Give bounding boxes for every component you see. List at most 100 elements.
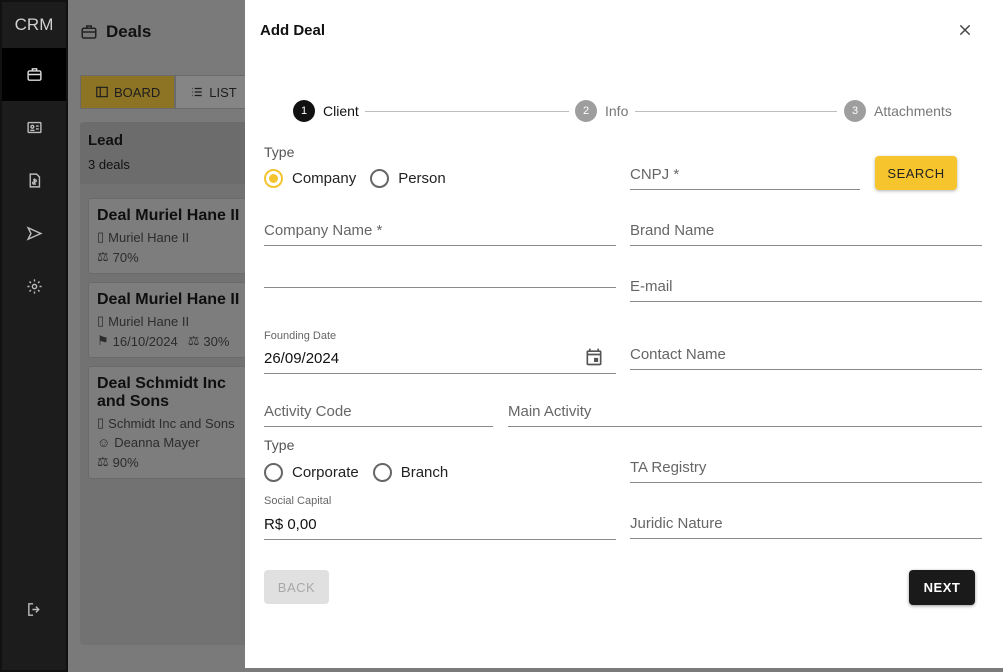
radio-label: Company	[292, 170, 357, 187]
close-icon	[959, 24, 971, 36]
nav-campaigns[interactable]	[2, 207, 66, 260]
radio-label: Corporate	[292, 464, 359, 481]
app-logo: CRM	[14, 15, 54, 34]
main-activity-placeholder: Main Activity	[508, 403, 592, 420]
juridic-nature-placeholder: Juridic Nature	[630, 515, 723, 532]
juridic-nature-field[interactable]: Juridic Nature	[630, 509, 982, 539]
deal-probability-text: 90%	[112, 454, 139, 470]
deal-probability: ⚖ 90%	[97, 454, 243, 470]
client-type-radio-group: Company Person	[264, 169, 460, 188]
next-button[interactable]: NEXT	[909, 570, 975, 605]
building-icon: ▯	[97, 415, 105, 430]
nav-contacts[interactable]	[2, 101, 66, 154]
back-button[interactable]: BACK	[264, 570, 329, 604]
add-deal-dialog: Add Deal 1 Client 2 Info 3 Attachments T…	[245, 0, 1003, 668]
step-connector	[635, 111, 837, 112]
deal-title: Deal Muriel Hane II	[97, 207, 240, 224]
step-client[interactable]: 1 Client	[293, 100, 359, 122]
type-label: Type	[264, 144, 295, 160]
deal-company: ▯ Schmidt Inc and Sons	[97, 415, 243, 431]
deal-company: ▯ Muriel Hane II	[97, 229, 243, 245]
unlabeled-field[interactable]	[264, 258, 616, 288]
deal-probability-text: 30%	[203, 333, 230, 349]
briefcase-icon	[26, 68, 42, 81]
radio-company[interactable]: Company	[264, 169, 356, 188]
company-name-placeholder: Company Name *	[264, 222, 383, 239]
scale-icon: ⚖	[187, 333, 200, 348]
building-icon: ▯	[97, 313, 105, 328]
nav-deals[interactable]	[2, 48, 66, 101]
contact-card-icon	[26, 121, 42, 134]
founding-date-field[interactable]: Founding Date 26/09/2024	[264, 328, 616, 374]
deal-card[interactable]: Deal Muriel Hane II ▯ Muriel Hane II ⚑ 16/…	[88, 282, 252, 358]
deal-company: ▯ Muriel Hane II	[97, 313, 243, 329]
step-label: Client	[323, 103, 359, 119]
ta-registry-placeholder: TA Registry	[630, 459, 707, 476]
logout-button[interactable]	[2, 594, 66, 624]
invoice-icon	[29, 173, 40, 188]
gear-icon	[26, 279, 42, 294]
email-placeholder: E-mail	[630, 278, 673, 295]
deal-probability-text: 70%	[112, 249, 139, 265]
brand-name-field[interactable]: Brand Name	[630, 216, 982, 246]
list-view-label: LIST	[209, 84, 237, 100]
step-attachments[interactable]: 3 Attachments	[844, 100, 952, 122]
deal-card[interactable]: Deal Schmidt Inc and Sons ▯ Schmidt Inc a…	[88, 366, 252, 479]
deal-probability: ⚖ 70%	[97, 249, 243, 265]
radio-label: Branch	[400, 464, 449, 481]
contact-name-field[interactable]: Contact Name	[630, 340, 982, 370]
radio-branch[interactable]: Branch	[372, 463, 449, 482]
close-button[interactable]	[955, 20, 975, 40]
nav-settings[interactable]	[2, 260, 66, 313]
ta-registry-field[interactable]: TA Registry	[630, 453, 982, 483]
email-field[interactable]: E-mail	[630, 272, 982, 302]
founding-date-label: Founding Date	[264, 330, 337, 342]
radio-circle	[372, 463, 392, 482]
search-button[interactable]: SEARCH	[875, 156, 957, 190]
calendar-icon[interactable]	[584, 347, 604, 367]
view-toggle: BOARD LIST	[80, 75, 252, 109]
kanban-column-lead: Lead 3 deals Deal Muriel Hane II ▯ Muriel…	[80, 122, 260, 645]
cnpj-placeholder: CNPJ *	[630, 166, 680, 183]
building-icon: ▯	[97, 229, 105, 244]
step-number: 2	[575, 100, 597, 122]
person-icon: ☺	[97, 435, 111, 450]
page-title: Deals	[106, 22, 152, 41]
radio-person[interactable]: Person	[370, 169, 446, 188]
activity-code-field[interactable]: Activity Code	[264, 397, 493, 427]
radio-circle	[370, 169, 390, 188]
social-capital-label: Social Capital	[264, 495, 332, 507]
deal-title: Deal Schmidt Inc and Sons	[97, 375, 226, 410]
company-type-radio-group: Corporate Branch	[264, 463, 462, 482]
step-label: Info	[605, 103, 629, 119]
brand-name-placeholder: Brand Name	[630, 222, 715, 239]
contact-name-placeholder: Contact Name	[630, 346, 726, 363]
nav-invoices[interactable]	[2, 154, 66, 207]
scale-icon: ⚖	[97, 249, 109, 264]
step-info[interactable]: 2 Info	[575, 100, 628, 122]
deal-meta: ⚑ 16/10/2024 ⚖ 30%	[97, 333, 243, 349]
radio-circle	[264, 169, 283, 188]
logout-icon	[27, 602, 40, 616]
radio-corporate[interactable]: Corporate	[264, 463, 359, 482]
column-count: 3 deals	[88, 157, 130, 172]
social-capital-field[interactable]: Social Capital R$ 0,00	[264, 494, 616, 540]
cnpj-field[interactable]: CNPJ *	[630, 160, 860, 190]
deal-card[interactable]: Deal Muriel Hane II ▯ Muriel Hane II ⚖ 70%	[88, 198, 252, 274]
main-activity-field[interactable]: Main Activity	[508, 397, 982, 427]
deal-company-text: Muriel Hane II	[108, 313, 190, 329]
company-name-field[interactable]: Company Name *	[264, 216, 616, 246]
flag-icon: ⚑	[97, 333, 109, 348]
board-view-button[interactable]: BOARD	[80, 75, 176, 109]
board-view-label: BOARD	[114, 84, 161, 100]
briefcase-icon	[81, 25, 97, 39]
column-title: Lead	[88, 132, 124, 149]
list-view-button[interactable]: LIST	[175, 75, 252, 109]
side-nav: CRM	[0, 0, 68, 672]
list-icon	[192, 87, 202, 97]
step-connector	[365, 111, 569, 112]
stepper: 1 Client 2 Info 3 Attachments	[293, 100, 953, 122]
deal-company-text: Muriel Hane II	[108, 229, 190, 245]
column-header: Lead 3 deals	[80, 122, 260, 184]
dialog-title: Add Deal	[260, 22, 326, 39]
